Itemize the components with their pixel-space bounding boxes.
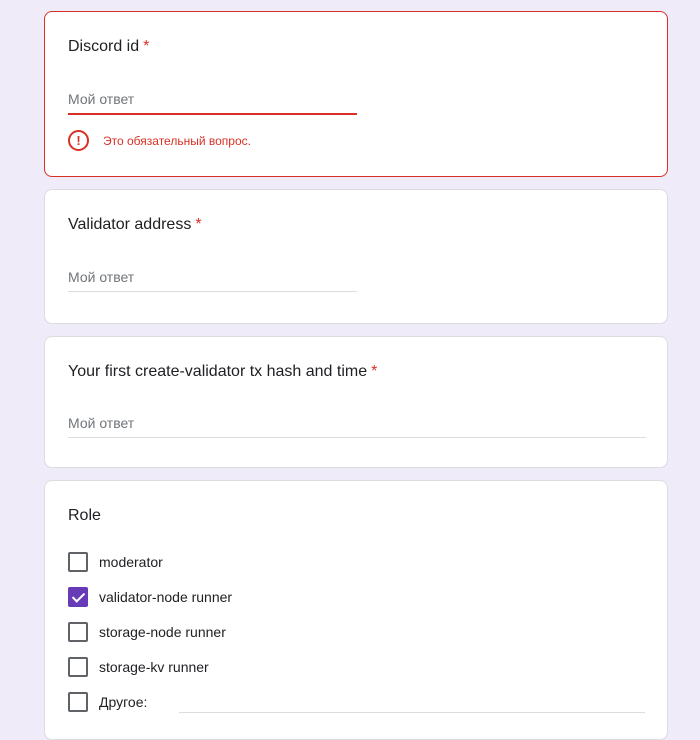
other-text-input[interactable] — [179, 712, 645, 713]
question-title-text: Your first create-validator tx hash and … — [68, 363, 368, 380]
question-card-role: Role moderator validator-node runner sto… — [44, 480, 668, 740]
required-asterisk: * — [371, 363, 378, 380]
role-option-moderator[interactable]: moderator — [68, 552, 163, 572]
question-card-validator-address: Validator address * Мой ответ — [44, 189, 668, 324]
question-title: Validator address * — [68, 215, 202, 235]
error-icon: ! — [68, 130, 89, 151]
question-card-discord-id: Discord id * Мой ответ ! Это обязательный… — [44, 11, 668, 177]
first-tx-input[interactable]: Мой ответ — [68, 415, 646, 438]
validator-address-input[interactable]: Мой ответ — [68, 269, 357, 292]
checkbox[interactable] — [68, 692, 88, 712]
checkbox[interactable] — [68, 622, 88, 642]
option-label: storage-node runner — [99, 624, 226, 640]
checkbox[interactable] — [68, 552, 88, 572]
question-title: Your first create-validator tx hash and … — [68, 362, 377, 382]
checkbox-checked[interactable] — [68, 587, 88, 607]
role-option-other[interactable]: Другое: — [68, 692, 147, 712]
error-message-row: ! Это обязательный вопрос. — [68, 130, 251, 151]
option-label: validator-node runner — [99, 589, 233, 605]
required-asterisk: * — [195, 216, 202, 233]
option-label: storage-kv runner — [99, 659, 209, 675]
option-label: Другое: — [99, 694, 148, 710]
option-label: moderator — [99, 554, 163, 570]
question-title-text: Validator address — [68, 216, 192, 233]
question-card-first-tx: Your first create-validator tx hash and … — [44, 336, 668, 468]
discord-id-input[interactable]: Мой ответ — [68, 91, 357, 115]
error-text: Это обязательный вопрос. — [103, 133, 251, 148]
role-option-storage-node-runner[interactable]: storage-node runner — [68, 622, 226, 642]
checkbox[interactable] — [68, 657, 88, 677]
question-title: Discord id * — [68, 37, 149, 57]
question-title-text: Discord id — [68, 38, 140, 55]
role-option-storage-kv-runner[interactable]: storage-kv runner — [68, 657, 209, 677]
required-asterisk: * — [143, 38, 150, 55]
question-title: Role — [68, 507, 101, 524]
role-option-validator-node-runner[interactable]: validator-node runner — [68, 587, 232, 607]
